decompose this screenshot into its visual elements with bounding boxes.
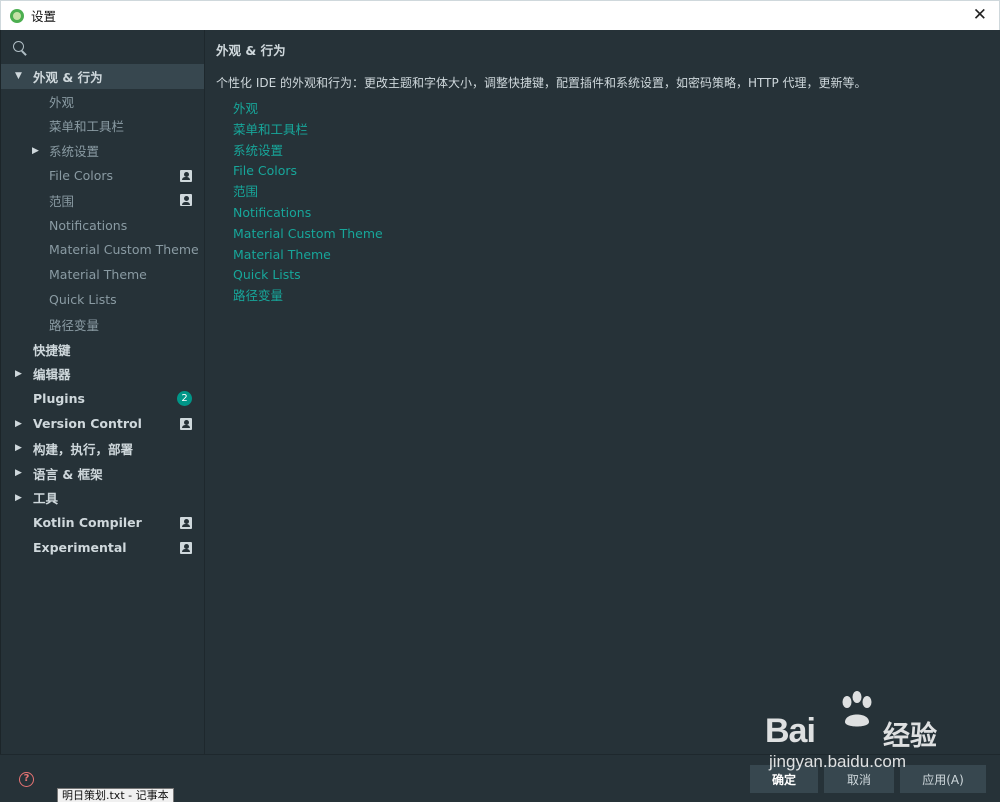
watermark-url: jingyan.baidu.com [769,752,907,771]
sidebar-item-label: 外观 & 行为 [33,69,103,85]
app-logo-icon [10,8,24,23]
taskbar-tooltip: 明日策划.txt - 记事本 [57,788,174,802]
sidebar-item[interactable]: Quick Lists [1,287,204,312]
expand-arrow-down-icon[interactable]: ▼ [15,71,22,81]
subsection-link[interactable]: 外观 [233,99,383,120]
sidebar-item[interactable]: Material Custom Theme [1,238,204,263]
sidebar-item-label: 工具 [33,491,59,507]
title-bar: 设置 ✕ [0,0,1000,30]
subsection-link[interactable]: Quick Lists [233,265,383,286]
sidebar-item-label: 系统设置 [49,144,100,160]
sidebar-item[interactable]: ▶ Version Control [1,411,204,436]
subsection-link[interactable]: 路径变量 [233,286,383,307]
subsection-links: 外观 菜单和工具栏 系统设置 File Colors 范围 Notifications Ma… [233,99,383,307]
sidebar-item[interactable]: Experimental [1,535,204,560]
expand-arrow-right-icon[interactable]: ▶ [15,468,22,478]
close-icon[interactable]: ✕ [973,5,987,25]
subsection-link[interactable]: 菜单和工具栏 [233,120,383,141]
user-profile-icon [180,194,192,207]
sidebar-item[interactable]: ▶ 语言 & 框架 [1,461,204,486]
sidebar-item-label: File Colors [49,168,114,184]
sidebar-item-label: Version Control [33,416,142,432]
sidebar-item[interactable]: 菜单和工具栏 [1,114,204,139]
sidebar-item-label: 外观 [49,94,75,110]
sidebar-item[interactable]: ▶ 编辑器 [1,362,204,387]
sidebar-item[interactable]: 快捷键 [1,337,204,362]
watermark-brand: Bai [765,712,816,750]
expand-arrow-right-icon[interactable]: ▶ [15,369,22,379]
sidebar-item-label: Material Custom Theme [49,242,199,258]
user-profile-icon [180,417,192,430]
sidebar-item-label: 路径变量 [49,317,100,333]
subsection-link[interactable]: Material Theme [233,245,383,266]
sidebar-item[interactable]: Notifications [1,213,204,238]
sidebar-item[interactable]: Material Theme [1,262,204,287]
update-count-badge: 2 [177,391,192,407]
sidebar-item[interactable]: File Colors [1,163,204,188]
page-title: 外观 & 行为 [216,43,286,58]
sidebar-item-label: 语言 & 框架 [33,466,103,482]
search-input[interactable] [31,38,196,58]
sidebar-item-label: 快捷键 [33,342,71,358]
expand-arrow-right-icon[interactable]: ▶ [15,419,22,429]
expand-arrow-right-icon[interactable]: ▶ [15,443,22,453]
sidebar-item[interactable]: ▶ 工具 [1,486,204,511]
sidebar-item-label: Kotlin Compiler [33,515,142,531]
settings-content: 外观 & 行为 个性化 IDE 的外观和行为：更改主题和字体大小，调整快捷键，配… [204,30,1000,754]
subsection-link[interactable]: 系统设置 [233,141,383,162]
sidebar-item-label: Notifications [49,217,128,233]
expand-arrow-right-icon[interactable]: ▶ [32,146,39,156]
subsection-link[interactable]: Material Custom Theme [233,224,383,245]
help-icon[interactable]: ? [19,772,34,787]
user-profile-icon [180,169,192,182]
sidebar-item-label: 范围 [49,193,75,209]
sidebar-item-label: Experimental [33,540,127,556]
settings-sidebar: ▼ 外观 & 行为外观菜单和工具栏 ▶ 系统设置 File Colors 范围 Notifi… [0,30,204,754]
sidebar-item[interactable]: 路径变量 [1,312,204,337]
subsection-link[interactable]: 范围 [233,182,383,203]
baidu-watermark: Bai 经验 jingyan.baidu.com [765,690,955,780]
sidebar-item-label: Material Theme [49,267,147,283]
settings-tree: ▼ 外观 & 行为外观菜单和工具栏 ▶ 系统设置 File Colors 范围 Notifi… [1,64,204,560]
subsection-link[interactable]: File Colors [233,161,383,182]
subsection-link[interactable]: Notifications [233,203,383,224]
sidebar-item[interactable]: ▼ 外观 & 行为 [1,64,204,89]
sidebar-item[interactable]: ▶ 构建，执行，部署 [1,436,204,461]
sidebar-item[interactable]: Kotlin Compiler [1,510,204,535]
expand-arrow-right-icon[interactable]: ▶ [15,493,22,503]
sidebar-item-label: Plugins [33,391,85,407]
paw-logo-icon [842,691,872,727]
search-icon [13,41,24,52]
page-description: 个性化 IDE 的外观和行为：更改主题和字体大小，调整快捷键，配置插件和系统设置… [216,76,867,90]
search-bar [1,30,204,64]
user-profile-icon [180,541,192,554]
sidebar-item[interactable]: Plugins 2 [1,386,204,411]
sidebar-item-label: 菜单和工具栏 [49,119,125,135]
sidebar-item-label: 构建，执行，部署 [33,441,134,457]
sidebar-item[interactable]: 外观 [1,89,204,114]
sidebar-item-label: Quick Lists [49,292,117,308]
sidebar-item[interactable]: ▶ 系统设置 [1,138,204,163]
user-profile-icon [180,516,192,529]
watermark-brand-cn: 经验 [883,721,937,752]
sidebar-item[interactable]: 范围 [1,188,204,213]
window-title: 设置 [31,9,57,24]
sidebar-item-label: 编辑器 [33,367,71,383]
